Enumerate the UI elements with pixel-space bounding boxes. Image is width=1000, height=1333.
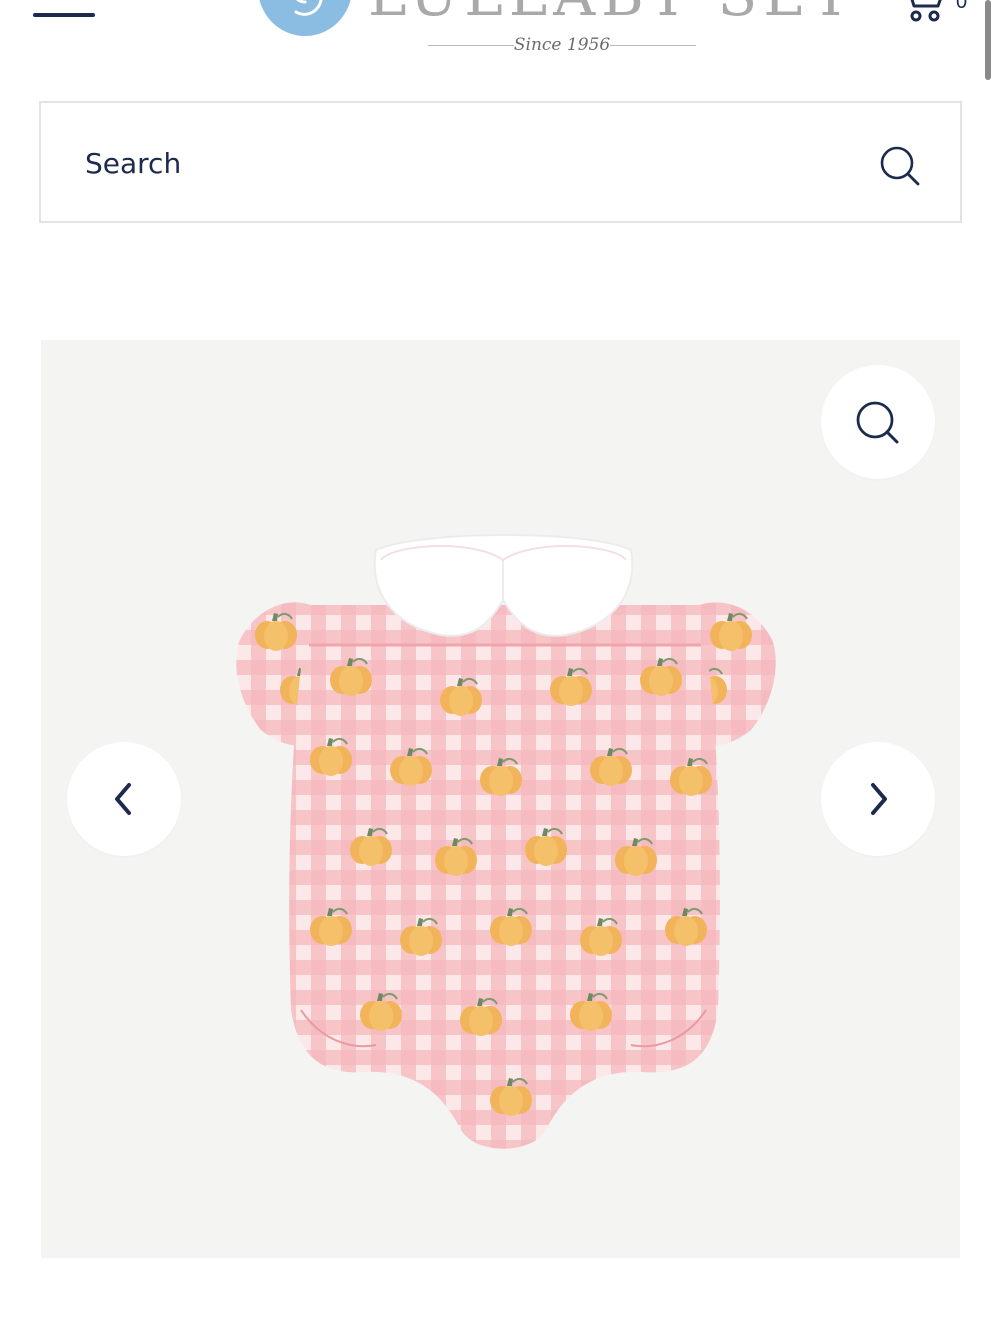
- zoom-icon: [856, 401, 899, 444]
- logo-swirl-icon: [258, 0, 352, 36]
- previous-image-button[interactable]: [67, 742, 181, 856]
- cart-icon: [910, 0, 942, 22]
- next-image-button[interactable]: [821, 742, 935, 856]
- logo-tagline: Since 1956: [428, 33, 696, 57]
- cart-count-badge: 0: [956, 0, 968, 13]
- chevron-right-icon: [871, 783, 887, 815]
- site-header: LULLABY SET Since 1956 0: [0, 0, 1000, 80]
- menu-icon: [33, 13, 95, 17]
- tagline-rule-right: [610, 45, 696, 46]
- logo-wordmark: LULLABY SET: [368, 0, 856, 24]
- chevron-left-icon: [115, 783, 131, 815]
- menu-button[interactable]: [33, 0, 97, 30]
- romper-body: [289, 605, 720, 1149]
- search-bar[interactable]: [39, 101, 962, 223]
- page-scrollbar[interactable]: [985, 0, 991, 80]
- cart-button[interactable]: [896, 0, 948, 24]
- zoom-button[interactable]: [821, 365, 935, 479]
- product-image[interactable]: [191, 450, 811, 1150]
- product-image-gallery[interactable]: [41, 340, 960, 1258]
- search-input[interactable]: [85, 133, 845, 193]
- search-icon[interactable]: [879, 145, 921, 187]
